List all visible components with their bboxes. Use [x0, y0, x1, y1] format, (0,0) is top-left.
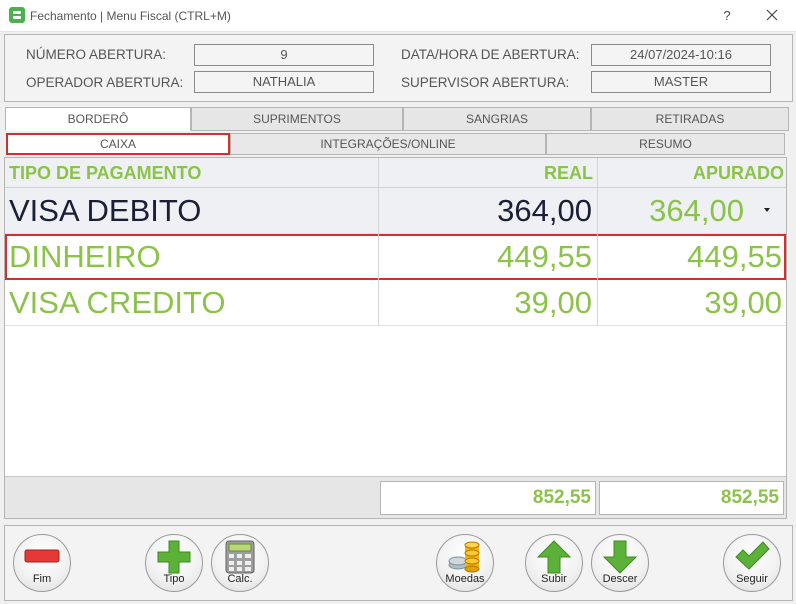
col-header-real[interactable]: REAL: [378, 158, 597, 188]
total-real: 852,55: [380, 481, 596, 515]
dropdown-arrow-icon[interactable]: [764, 208, 770, 212]
arrow-down-icon: [602, 540, 638, 574]
operador-abertura-label: OPERADOR ABERTURA:: [26, 75, 184, 90]
fim-label: Fim: [32, 573, 52, 585]
calculator-icon: [225, 540, 255, 574]
column-divider: [378, 158, 379, 326]
checkmark-icon: [735, 541, 770, 570]
subtab-resumo[interactable]: RESUMO: [546, 133, 785, 155]
tipo-button[interactable]: Tipo: [145, 534, 203, 592]
numero-abertura-label: NÚMERO ABERTURA:: [26, 47, 167, 62]
minus-icon: [24, 549, 60, 563]
subtab-integracoes[interactable]: INTEGRAÇÕES/ONLINE: [230, 133, 546, 155]
row-apurado[interactable]: 449,55: [687, 234, 782, 280]
close-icon: [766, 9, 778, 21]
row-tipo: VISA CREDITO: [9, 285, 226, 320]
payments-grid: TIPO DE PAGAMENTO REAL APURADO VISA DEBI…: [4, 157, 787, 519]
descer-label: Descer: [602, 573, 638, 585]
tipo-label: Tipo: [163, 573, 185, 585]
row-apurado[interactable]: 39,00: [704, 280, 782, 326]
subir-button[interactable]: Subir: [525, 534, 583, 592]
seguir-label: Seguir: [736, 573, 768, 585]
sub-tabs: CAIXA INTEGRAÇÕES/ONLINE RESUMO: [4, 133, 793, 157]
row-real: 449,55: [497, 239, 592, 274]
subir-label: Subir: [541, 573, 567, 585]
total-apurado: 852,55: [599, 481, 784, 515]
coins-icon: [448, 541, 480, 573]
help-button[interactable]: ?: [716, 6, 738, 26]
app-logo-icon: [9, 7, 25, 23]
moedas-button[interactable]: Moedas: [436, 534, 494, 592]
subtab-caixa[interactable]: CAIXA: [6, 133, 230, 155]
tab-suprimentos[interactable]: SUPRIMENTOS: [191, 107, 403, 131]
tab-bordero[interactable]: BORDERÔ: [5, 107, 191, 131]
col-header-apurado[interactable]: APURADO: [597, 158, 786, 188]
table-row[interactable]: VISA DEBITO 364,00 364,00: [5, 188, 786, 234]
window-title: Fechamento | Menu Fiscal (CTRL+M): [30, 9, 231, 23]
close-button[interactable]: [758, 4, 786, 28]
row-real: 364,00: [497, 193, 592, 228]
column-divider: [597, 158, 598, 326]
grid-totals-footer: 852,55 852,55: [5, 476, 786, 518]
operador-abertura-field: NATHALIA: [194, 71, 374, 93]
numero-abertura-field: 9: [194, 44, 374, 66]
tab-sangrias[interactable]: SANGRIAS: [403, 107, 591, 131]
supervisor-abertura-field: MASTER: [591, 71, 771, 93]
fim-button[interactable]: Fim: [13, 534, 71, 592]
main-tabs: BORDERÔ SUPRIMENTOS SANGRIAS RETIRADAS: [4, 107, 793, 131]
table-row[interactable]: VISA CREDITO 39,00 39,00: [5, 280, 786, 326]
data-abertura-field: 24/07/2024-10:16: [591, 44, 771, 66]
plus-icon: [157, 540, 191, 574]
moedas-label: Moedas: [445, 573, 485, 585]
descer-button[interactable]: Descer: [591, 534, 649, 592]
calc-button[interactable]: Calc.: [211, 534, 269, 592]
row-tipo: DINHEIRO: [9, 239, 161, 274]
supervisor-abertura-label: SUPERVISOR ABERTURA:: [401, 75, 570, 90]
action-toolbar: Fim Tipo Calc. Moedas Subir Descer Segui…: [4, 525, 793, 601]
seguir-button[interactable]: Seguir: [723, 534, 781, 592]
row-real: 39,00: [514, 285, 592, 320]
table-row[interactable]: DINHEIRO 449,55 449,55: [5, 234, 786, 280]
row-apurado[interactable]: 364,00: [649, 188, 744, 234]
calc-label: Calc.: [227, 573, 253, 585]
row-tipo: VISA DEBITO: [9, 193, 202, 228]
col-header-tipo[interactable]: TIPO DE PAGAMENTO: [5, 158, 378, 188]
arrow-up-icon: [536, 540, 572, 574]
title-bar: Fechamento | Menu Fiscal (CTRL+M) ?: [0, 0, 796, 32]
data-abertura-label: DATA/HORA DE ABERTURA:: [401, 47, 580, 62]
opening-info-panel: NÚMERO ABERTURA: 9 DATA/HORA DE ABERTURA…: [4, 34, 793, 102]
tab-retiradas[interactable]: RETIRADAS: [591, 107, 789, 131]
